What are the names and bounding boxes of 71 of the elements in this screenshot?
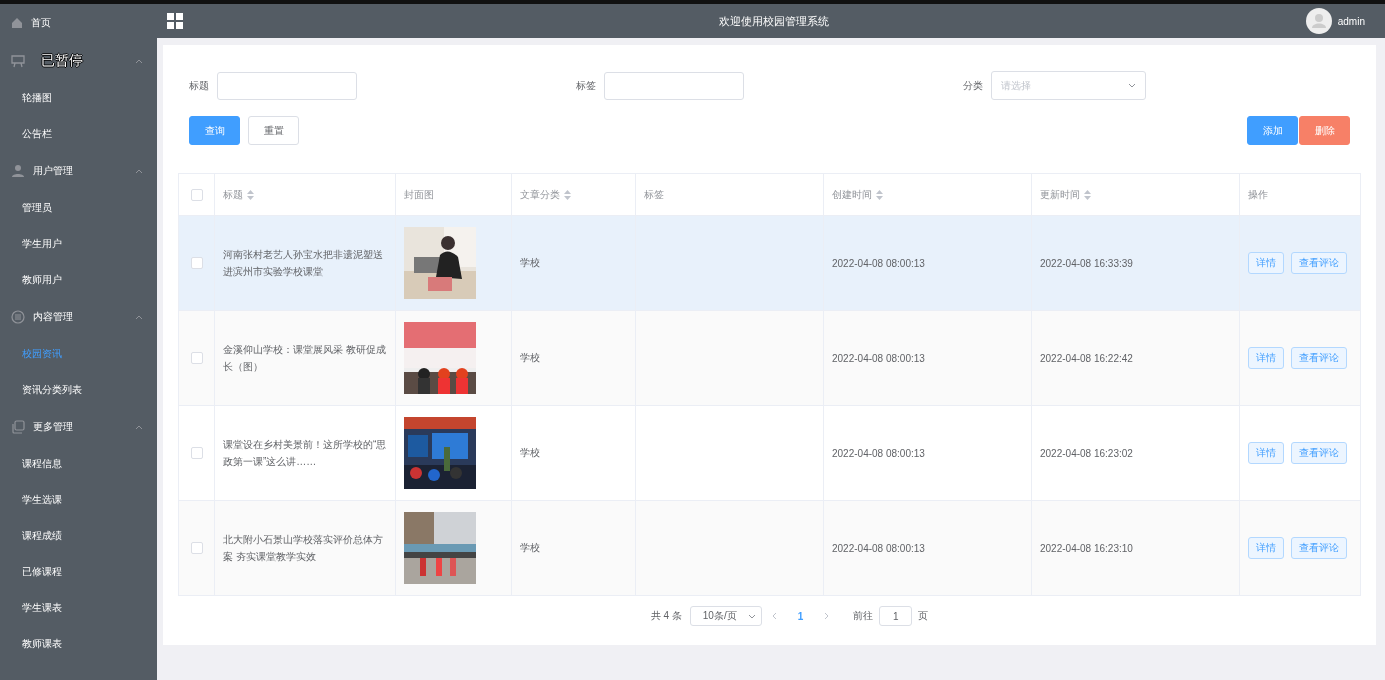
- menu-item[interactable]: 课程信息: [22, 457, 62, 471]
- table-cell: 河南张村老艺人孙宝水把非遗泥塑送进滨州市实验学校课堂: [223, 249, 383, 277]
- user-icon: [11, 164, 25, 178]
- chevron-icon: [135, 314, 143, 320]
- sort-icon[interactable]: [876, 189, 883, 200]
- input-field[interactable]: [604, 71, 744, 100]
- chevron-icon: [135, 424, 143, 430]
- table-cell: 2022-04-08 08:00:13: [832, 447, 925, 459]
- menu-icon[interactable]: [167, 13, 183, 29]
- page-input[interactable]: 1: [879, 606, 913, 626]
- table-cell: 2022-04-08 16:23:02: [1040, 447, 1133, 459]
- table-cell: 北大附小石景山学校落实评价总体方案 夯实课堂教学实效: [223, 534, 383, 562]
- chevron-icon: [135, 168, 143, 174]
- table-cell: 课堂设在乡村美景前！这所学校的“思政第一课”这么讲……: [223, 439, 387, 467]
- table-cell: 2022-04-08 08:00:13: [832, 352, 925, 364]
- home-icon: [11, 17, 23, 29]
- menu-item[interactable]: 已修课程: [22, 565, 62, 579]
- goto-label: 前往: [853, 609, 874, 623]
- menu-item[interactable]: 学生选课: [22, 493, 62, 507]
- menu-group[interactable]: 内容管理: [33, 310, 73, 324]
- menu-item[interactable]: 学生课表: [22, 601, 62, 615]
- table-cell: 2022-04-08 16:22:42: [1040, 352, 1133, 364]
- menu-group[interactable]: 更多管理: [33, 420, 73, 434]
- table-cell: 学校: [520, 352, 540, 363]
- table-cell: 2022-04-08 16:33:39: [1040, 257, 1133, 269]
- easel-icon: [11, 54, 25, 68]
- menu-item[interactable]: 课程成绩: [22, 529, 62, 543]
- chevron-icon: [1128, 83, 1136, 88]
- reset-button[interactable]: 重置: [248, 116, 299, 145]
- table-cell: 学校: [520, 447, 540, 458]
- sort-icon[interactable]: [564, 189, 571, 200]
- table-cell: 金溪仰山学校：课堂展风采 教研促成长（图）: [223, 344, 386, 372]
- table-cell: 2022-04-08 08:00:13: [832, 542, 925, 554]
- menu-item[interactable]: 管理员: [22, 201, 52, 215]
- copy-icon: [11, 420, 25, 434]
- table-cell: 学校: [520, 257, 540, 268]
- menu-item[interactable]: 教师课表: [22, 637, 62, 651]
- username[interactable]: admin: [1337, 15, 1365, 27]
- checkbox[interactable]: [190, 447, 203, 459]
- sort-icon[interactable]: [247, 189, 254, 200]
- menu-item[interactable]: 轮播图: [22, 91, 52, 105]
- table-cell: 2022-04-08 08:00:13: [832, 257, 925, 269]
- field-label: 标题: [189, 78, 209, 93]
- checkbox[interactable]: [190, 257, 203, 269]
- avatar-icon[interactable]: [1305, 8, 1332, 34]
- menu-item[interactable]: 教师用户: [22, 273, 62, 287]
- chevron-icon: [747, 613, 756, 619]
- chat-icon: [11, 310, 25, 324]
- column-header: 封面图: [404, 187, 434, 202]
- field-label: 标签: [576, 78, 596, 93]
- chevron-icon: [135, 58, 143, 64]
- sort-icon[interactable]: [1084, 189, 1091, 200]
- input-field[interactable]: [217, 71, 357, 100]
- menu-item[interactable]: 资讯分类列表: [22, 383, 82, 397]
- page-suffix: 页: [918, 609, 929, 623]
- table-cell: 学校: [520, 542, 540, 553]
- field-label: 分类: [963, 78, 983, 93]
- checkbox[interactable]: [190, 352, 203, 364]
- app-title: 欢迎使用校园管理系统: [718, 13, 831, 29]
- column-header: 操作: [1248, 187, 1268, 202]
- menu-item[interactable]: 首页: [31, 16, 51, 30]
- checkbox[interactable]: [190, 188, 203, 201]
- table-cell: 2022-04-08 16:23:10: [1040, 542, 1133, 554]
- menu-group[interactable]: 用户管理: [33, 164, 73, 178]
- page-size-select[interactable]: 10条/页: [689, 606, 762, 626]
- menu-item[interactable]: 公告栏: [22, 127, 52, 141]
- total-count: 共 4 条: [650, 609, 682, 623]
- pause-label: 已暂停: [41, 52, 83, 70]
- menu-item[interactable]: 学生用户: [22, 237, 62, 251]
- checkbox[interactable]: [190, 542, 203, 554]
- column-header: 标签: [644, 187, 664, 202]
